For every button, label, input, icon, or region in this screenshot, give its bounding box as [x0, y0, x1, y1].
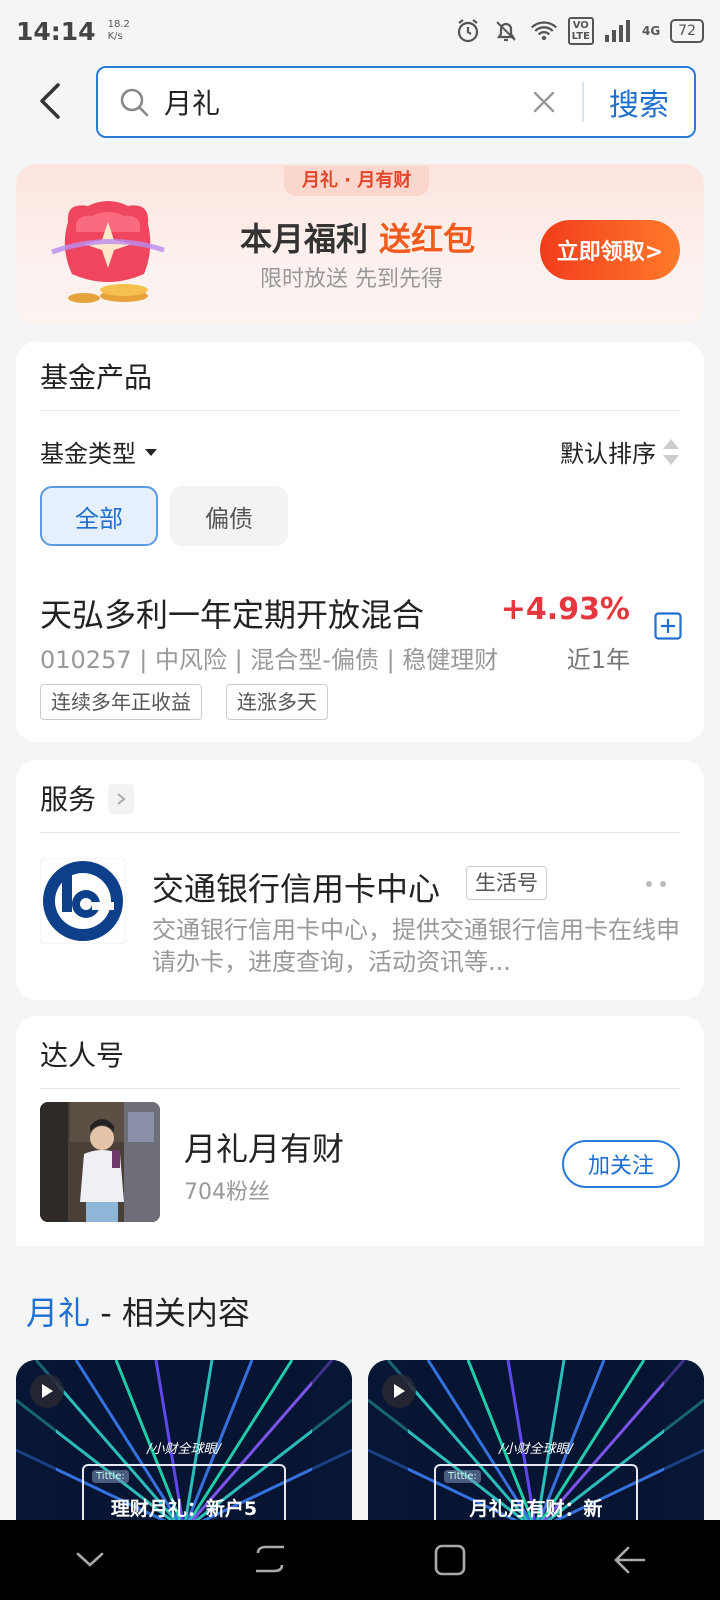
caret-down-icon: [145, 448, 157, 456]
hide-keyboard-button[interactable]: [60, 1530, 120, 1590]
fund-return-rate: +4.93%: [500, 592, 630, 627]
follow-button[interactable]: 加关注: [562, 1140, 680, 1188]
search-input[interactable]: 月礼: [164, 82, 524, 122]
clear-icon[interactable]: [524, 82, 564, 122]
network-speed: 18.2 K/s: [107, 19, 130, 42]
back-arrow-icon: [40, 83, 60, 119]
fund-meta: 010257 | 中风险 | 混合型-偏债 | 稳健理财: [40, 646, 499, 674]
home-button[interactable]: [420, 1530, 480, 1590]
video-brand: /小财全球眼/: [147, 1442, 221, 1457]
fund-section-title: 基金产品: [40, 361, 153, 394]
video-caption: 月礼月有财：新: [469, 1498, 603, 1520]
play-icon[interactable]: [30, 1374, 64, 1408]
more-icon[interactable]: [644, 876, 668, 890]
fund-period: 近1年: [566, 646, 630, 674]
promo-banner[interactable]: 月礼 · 月有财 本月福利 送红包 限时放送 先到先得 立即领取>: [16, 164, 704, 326]
video-brand: /小财全球眼/: [499, 1442, 573, 1457]
service-name[interactable]: 交通银行信用卡中心: [152, 864, 440, 910]
service-badge: 生活号: [466, 866, 547, 900]
talent-section-title: 达人号: [40, 1039, 125, 1072]
service-description: 交通银行信用卡中心，提供交通银行信用卡在线申请办卡，进度查询，活动资讯等...: [152, 916, 680, 976]
network-type: 4G: [641, 24, 661, 38]
promo-title: 本月福利 送红包: [240, 220, 476, 258]
video-card[interactable]: /小财全球眼/ Tittle: 月礼月有财：新: [368, 1360, 704, 1520]
recents-button[interactable]: [240, 1530, 300, 1590]
alarm-icon: [454, 17, 482, 45]
video-card[interactable]: /小财全球眼/ Tittle: 理财月礼：新户5: [16, 1360, 352, 1520]
fund-card: 基金产品 基金类型 默认排序 全部 偏债 天弘多利一年定期开放混合 +4.93%…: [16, 342, 704, 742]
promo-tag: 月礼 · 月有财: [284, 166, 430, 196]
back-nav-button[interactable]: [600, 1530, 660, 1590]
related-content-title: 月礼 - 相关内容: [26, 1294, 250, 1332]
search-icon: [118, 83, 156, 121]
status-time: 14:14: [16, 16, 96, 46]
battery-indicator: 72: [670, 19, 704, 43]
divider: [40, 1088, 680, 1089]
search-header: 月礼 搜索: [0, 62, 720, 142]
play-icon[interactable]: [382, 1374, 416, 1408]
bank-logo[interactable]: [39, 857, 127, 945]
fund-tag: 连涨多天: [226, 684, 328, 720]
status-bar: 14:14 18.2 K/s VO LTE 4G 72: [0, 0, 720, 62]
bell-off-icon: [492, 17, 520, 45]
signal-icon: [604, 17, 632, 45]
video-caption: 理财月礼：新户5: [110, 1498, 258, 1520]
back-icon: [614, 1546, 646, 1574]
red-envelope-icon: [48, 192, 168, 312]
talent-fans: 704粉丝: [184, 1180, 270, 1205]
fund-tag: 连续多年正收益: [40, 684, 202, 720]
divider: [40, 410, 680, 411]
sort-dropdown[interactable]: 默认排序: [560, 434, 680, 469]
service-card: 服务 交通银行信用卡中心 生活号 交通银行信用卡中心，提供交通银行信用卡在线申请…: [16, 760, 704, 1000]
talent-name[interactable]: 月礼月有财: [184, 1124, 344, 1170]
chevron-right-icon[interactable]: [108, 784, 134, 814]
search-button[interactable]: 搜索: [584, 80, 694, 124]
fund-name[interactable]: 天弘多利一年定期开放混合: [40, 590, 424, 636]
claim-button[interactable]: 立即领取>: [540, 220, 680, 280]
video-tag: Tittle:: [444, 1470, 481, 1483]
add-fund-icon[interactable]: [654, 612, 682, 640]
video-tag: Tittle:: [92, 1470, 129, 1483]
divider: [40, 832, 680, 833]
volte-icon: VO LTE: [567, 17, 594, 45]
avatar[interactable]: [40, 1102, 160, 1222]
home-icon: [434, 1544, 466, 1576]
search-box[interactable]: 月礼 搜索: [96, 66, 696, 138]
chip-bond[interactable]: 偏债: [170, 486, 288, 546]
talent-card: 达人号 月礼月有财 704粉丝 加关注: [16, 1016, 704, 1246]
chip-all[interactable]: 全部: [40, 486, 158, 546]
recents-icon: [256, 1545, 284, 1573]
fund-type-filter[interactable]: 基金类型: [40, 434, 158, 469]
wifi-icon: [530, 17, 558, 45]
service-section-title[interactable]: 服务: [40, 778, 96, 818]
promo-subtitle: 限时放送 先到先得: [260, 267, 443, 292]
system-nav-bar: [0, 1520, 720, 1600]
back-button[interactable]: [28, 74, 72, 128]
sort-icon: [663, 438, 679, 465]
chevron-down-icon: [76, 1552, 104, 1567]
